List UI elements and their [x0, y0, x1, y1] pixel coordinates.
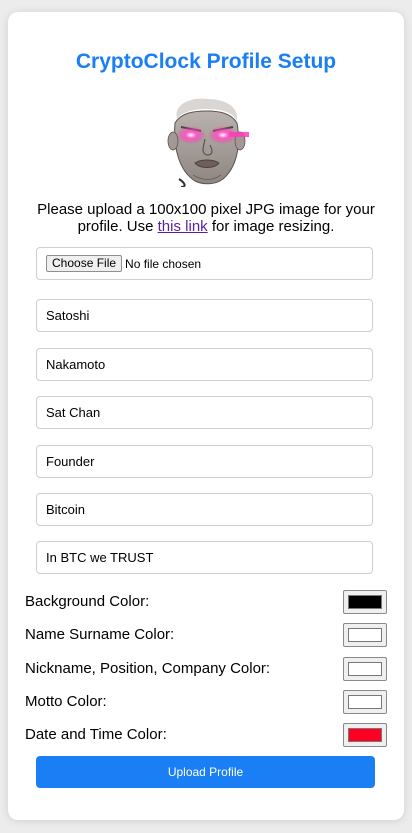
company-input[interactable]: Bitcoin — [36, 493, 373, 526]
name-surname-color-row: Name Surname Color: — [25, 623, 387, 647]
nickname-position-company-color-label: Nickname, Position, Company Color: — [25, 660, 271, 677]
surname-input[interactable]: Nakamoto — [36, 348, 373, 381]
nickname-input[interactable]: Sat Chan — [36, 396, 373, 429]
name-surname-color-label: Name Surname Color: — [25, 626, 175, 643]
page-title: CryptoClock Profile Setup — [75, 50, 337, 73]
motto-color-label: Motto Color: — [25, 693, 107, 710]
date-time-color-label: Date and Time Color: — [25, 726, 167, 743]
motto-color-picker[interactable] — [343, 690, 387, 714]
name-surname-color-swatch — [348, 628, 382, 642]
background-color-picker[interactable] — [343, 590, 387, 614]
upload-profile-button[interactable]: Upload Profile — [36, 756, 375, 788]
nickname-position-company-color-picker[interactable] — [343, 657, 387, 681]
motto-color-row: Motto Color: — [25, 690, 387, 714]
profile-avatar-image — [167, 98, 249, 187]
date-time-color-row: Date and Time Color: — [25, 723, 387, 747]
resize-link[interactable]: this link — [158, 218, 208, 235]
upload-instructions: Please upload a 100x100 pixel JPG image … — [30, 201, 382, 235]
nickname-position-company-color-row: Nickname, Position, Company Color: — [25, 657, 387, 681]
date-time-color-picker[interactable] — [343, 723, 387, 747]
background-color-row: Background Color: — [25, 590, 387, 614]
name-surname-color-picker[interactable] — [343, 623, 387, 647]
background-color-label: Background Color: — [25, 593, 150, 610]
profile-image-file-input[interactable]: Choose File No file chosen — [36, 247, 373, 280]
name-input[interactable]: Satoshi — [36, 299, 373, 332]
position-input[interactable]: Founder — [36, 445, 373, 478]
date-time-color-swatch — [348, 728, 382, 742]
motto-input[interactable]: In BTC we TRUST — [36, 541, 373, 574]
motto-color-swatch — [348, 695, 382, 709]
background-color-swatch — [348, 595, 382, 609]
instructions-text-end: for image resizing. — [207, 218, 335, 235]
choose-file-button[interactable]: Choose File — [46, 255, 123, 273]
file-status-text: No file chosen — [125, 257, 202, 272]
nickname-position-company-color-swatch — [348, 662, 382, 676]
